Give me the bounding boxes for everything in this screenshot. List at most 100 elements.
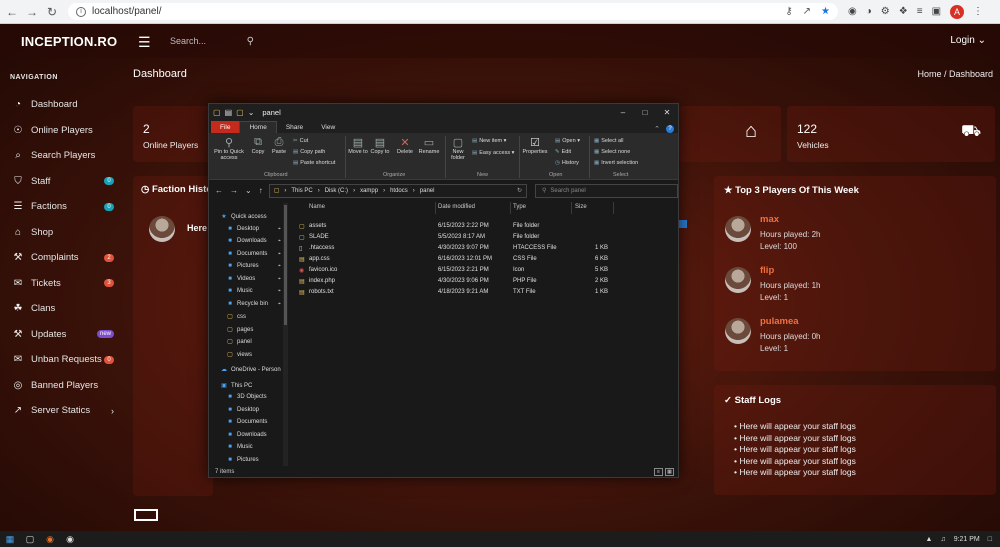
cut-button[interactable]: ✂ Cut — [293, 138, 308, 144]
tab-home[interactable]: Home — [239, 121, 277, 133]
nav-pane-item[interactable]: ■ Downloads — [226, 432, 267, 438]
menu-kebab-icon[interactable]: ⋮ — [973, 6, 983, 17]
new-item-button[interactable]: ▤ New item ▾ — [472, 138, 506, 144]
chevron-down-icon[interactable]: ⌄ — [245, 186, 252, 195]
select-all-button[interactable]: ▦ Select all — [594, 138, 624, 144]
nav-pane-item[interactable]: ■ Pictures — [226, 263, 259, 269]
table-row[interactable]: ▯ .htaccess 4/30/2023 9:07 PM HTACCESS File… — [295, 244, 678, 255]
refresh-icon[interactable]: ↻ — [517, 187, 522, 194]
breadcrumb-segment[interactable]: This PC — [291, 188, 312, 194]
explorer-titlebar[interactable]: ▢ ▤ ▢ ⌄ panel – □ ✕ — [209, 104, 678, 120]
scroll-thumb[interactable] — [284, 205, 287, 325]
sidebar-item-clans[interactable]: ☘ Clans — [0, 296, 124, 322]
sidebar-item-updates[interactable]: ⚒ Updates new — [0, 322, 124, 348]
new-folder-button[interactable]: ▢ New folder — [447, 136, 469, 161]
explorer-search[interactable]: ⚲ Search panel — [534, 183, 678, 198]
player-name[interactable]: flip — [760, 265, 774, 276]
details-view-icon[interactable]: ≡ — [654, 468, 663, 476]
file-explorer-taskbar-icon[interactable]: ▢ — [20, 531, 40, 547]
back-icon[interactable]: ← — [215, 186, 223, 195]
sidebar-item-banned-players[interactable]: ◎ Banned Players — [0, 373, 124, 399]
start-windows-icon[interactable]: ▦ — [0, 531, 20, 547]
key-icon[interactable]: ⚷ — [785, 6, 792, 17]
breadcrumb-segment[interactable]: htdocs — [390, 188, 408, 194]
breadcrumb[interactable]: Home / Dashboard — [917, 69, 993, 79]
close-button[interactable]: ✕ — [656, 108, 678, 117]
sidebar-icon[interactable]: ▣ — [932, 6, 941, 17]
help-icon[interactable]: ? — [666, 125, 674, 133]
properties-button[interactable]: ☑ Properties — [521, 136, 549, 155]
nav-pane-scrollbar[interactable] — [283, 203, 288, 466]
sidebar-item-complaints[interactable]: ⚒ Complaints 2 — [0, 245, 124, 271]
clock-time[interactable]: 9:21 PM — [954, 536, 980, 543]
extension-icon[interactable]: ⚙ — [881, 6, 890, 17]
nav-pane-item[interactable]: ■ Pictures — [226, 457, 259, 463]
column-type[interactable]: Type — [513, 204, 526, 210]
copy-path-button[interactable]: ▤ Copy path — [293, 149, 325, 155]
easy-access-button[interactable]: ▤ Easy access ▾ — [472, 150, 514, 156]
app-taskbar-icon[interactable]: ◉ — [60, 531, 80, 547]
open-button[interactable]: ▤ Open ▾ — [555, 138, 580, 144]
nav-pane-item[interactable]: ■ Videos — [226, 276, 255, 282]
reload-icon[interactable]: ↻ — [44, 4, 60, 20]
extension-icon[interactable]: ◉ — [848, 6, 857, 17]
scroll-top-button[interactable] — [134, 509, 158, 521]
nav-pane-item[interactable]: ▢ views — [226, 351, 252, 358]
breadcrumb-segment[interactable]: panel — [420, 188, 435, 194]
player-name[interactable]: pulamea — [760, 316, 799, 327]
sidebar-item-unban-requests[interactable]: ✉ Unban Requests 0 — [0, 347, 124, 373]
nav-pane-item[interactable]: ■ Music — [226, 288, 252, 294]
nav-pane-item[interactable]: ■ Downloads — [226, 238, 267, 244]
brand-logo[interactable]: INCEPTION.RO — [21, 34, 117, 49]
nav-pane-item[interactable]: ▢ pages — [226, 326, 253, 333]
move-to-button[interactable]: ▤ Move to — [348, 136, 368, 155]
tiles-view-icon[interactable]: ▦ — [665, 468, 674, 476]
sidebar-item-online-players[interactable]: ☉ Online Players — [0, 118, 124, 144]
new-folder-icon[interactable]: ▢ — [236, 108, 244, 117]
search-input[interactable]: Search... — [170, 36, 206, 46]
hamburger-menu-icon[interactable]: ☰ — [138, 34, 151, 51]
paste-shortcut-button[interactable]: ▤ Paste shortcut — [293, 160, 335, 166]
sidebar-item-staff[interactable]: ⛉ Staff 0 — [0, 169, 124, 195]
chevron-down-icon[interactable]: ⌄ — [248, 108, 255, 117]
nav-pane-item[interactable]: ★ Quick access — [220, 213, 266, 220]
table-row[interactable]: ▤ app.css 6/16/2023 12:01 PM CSS File 6 KB — [295, 255, 678, 266]
path-bar[interactable]: ▢ › This PC › Disk (C:) › xampp › htdocs › panel ↻ — [268, 183, 527, 198]
nav-pane-item[interactable]: ▢ panel — [226, 338, 252, 345]
extension-icon[interactable]: ≡ — [917, 6, 923, 17]
nav-pane-item[interactable]: ☁ OneDrive - Person — [220, 366, 281, 373]
select-none-button[interactable]: ▦ Select none — [594, 149, 630, 155]
nav-pane-item[interactable]: ■ Desktop — [226, 226, 259, 232]
tab-share[interactable]: Share — [277, 121, 312, 133]
player-name[interactable]: max — [760, 214, 779, 225]
nav-pane-item[interactable]: ■ Documents — [226, 251, 267, 257]
puzzle-icon[interactable]: ❖ — [899, 6, 908, 17]
delete-button[interactable]: ✕ Delete — [395, 136, 415, 155]
minimize-button[interactable]: – — [612, 108, 634, 117]
sidebar-item-dashboard[interactable]: ◔ Dashboard — [0, 92, 124, 118]
volume-icon[interactable]: ♫ — [940, 536, 945, 543]
table-row[interactable]: ▢ assets 6/15/2023 2:22 PM File folder — [295, 222, 678, 233]
search-icon[interactable]: ⚲ — [247, 36, 254, 47]
edit-button[interactable]: ✎ Edit — [555, 149, 571, 155]
nav-pane-item[interactable]: ■ Music — [226, 444, 252, 450]
up-icon[interactable]: ↑ — [259, 186, 263, 195]
firefox-taskbar-icon[interactable]: ◉ — [40, 531, 60, 547]
profile-avatar[interactable]: A — [950, 4, 965, 19]
paste-button[interactable]: ⎙ Paste — [269, 136, 289, 155]
breadcrumb-segment[interactable]: xampp — [360, 188, 378, 194]
table-row[interactable]: ▤ index.php 4/30/2023 9:06 PM PHP File 2 KB — [295, 277, 678, 288]
table-row[interactable]: ◉ favicon.ico 6/15/2023 2:21 PM Icon 5 KB — [295, 266, 678, 277]
rename-button[interactable]: ▭ Rename — [417, 136, 441, 155]
copy-to-button[interactable]: ▤ Copy to — [370, 136, 390, 155]
nav-pane-item[interactable]: ■ Documents — [226, 419, 267, 425]
invert-selection-button[interactable]: ▦ Invert selection — [594, 160, 638, 166]
nav-pane-item[interactable]: ■ Recycle bin — [226, 301, 268, 307]
nav-pane-item[interactable]: ▣ This PC — [220, 382, 252, 389]
login-dropdown[interactable]: Login ⌄ — [950, 35, 986, 46]
sidebar-item-factions[interactable]: ☰ Factions 0 — [0, 194, 124, 220]
address-bar[interactable]: i localhost/panel/ ⚷ ↗ ★ — [68, 3, 838, 20]
maximize-button[interactable]: □ — [634, 108, 656, 117]
copy-button[interactable]: ⧉ Copy — [249, 136, 267, 155]
forward-icon[interactable]: → — [230, 186, 238, 195]
